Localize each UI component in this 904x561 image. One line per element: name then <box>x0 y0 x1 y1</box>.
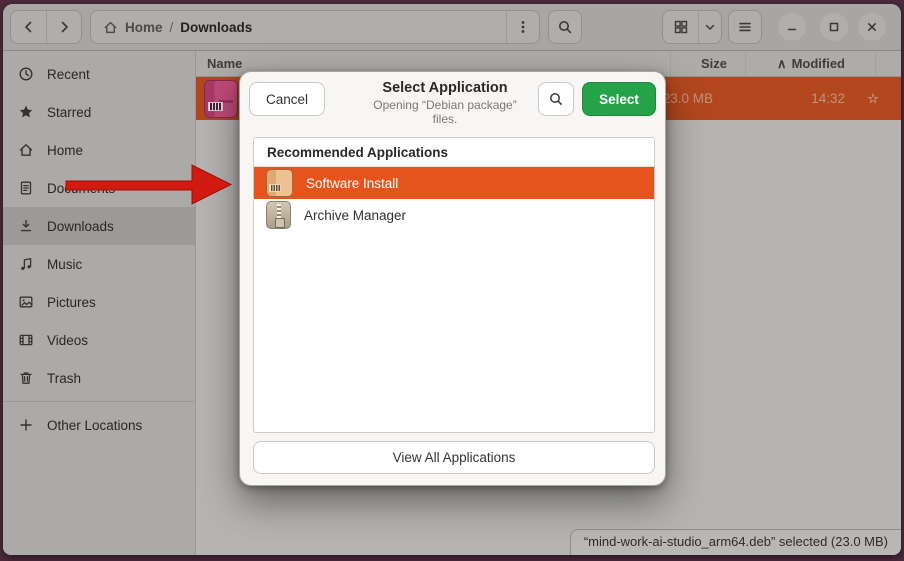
grid-view-button[interactable] <box>663 11 698 43</box>
back-button[interactable] <box>11 11 46 43</box>
videos-icon <box>18 332 34 348</box>
breadcrumb-separator: / <box>170 20 174 35</box>
main-menu-button[interactable] <box>728 10 762 44</box>
kebab-menu-icon <box>515 19 531 35</box>
chevron-down-icon <box>703 20 717 34</box>
location-menu-button[interactable] <box>506 11 539 43</box>
sidebar-item-label: Documents <box>47 181 115 196</box>
sidebar-item-label: Recent <box>47 67 90 82</box>
sidebar-item-label: Other Locations <box>47 418 142 433</box>
history-nav-group <box>10 10 82 44</box>
sidebar-item-pictures[interactable]: Pictures <box>3 283 195 321</box>
grid-view-icon <box>673 19 689 35</box>
view-options-button[interactable] <box>698 11 721 43</box>
sidebar-item-label: Videos <box>47 333 88 348</box>
search-button[interactable] <box>548 10 582 44</box>
sidebar-item-music[interactable]: Music <box>3 245 195 283</box>
breadcrumb-home-label: Home <box>125 20 163 35</box>
plus-icon <box>18 417 34 433</box>
music-icon <box>18 256 34 272</box>
sidebar-item-home[interactable]: Home <box>3 131 195 169</box>
sidebar-item-label: Trash <box>47 371 81 386</box>
minimize-icon <box>785 20 799 34</box>
recent-icon <box>18 66 34 82</box>
app-name: Software Install <box>306 176 398 191</box>
dialog-header: Cancel Select Application Opening “Debia… <box>240 72 665 128</box>
app-row-archive-manager[interactable]: Archive Manager <box>254 199 654 231</box>
sort-ascending-icon: ∧ <box>777 56 787 72</box>
dialog-subtitle: Opening “Debian package” files. <box>360 98 530 126</box>
cancel-button[interactable]: Cancel <box>249 82 325 116</box>
view-toggle-group <box>662 10 722 44</box>
trash-icon <box>18 370 34 386</box>
view-all-applications-button[interactable]: View All Applications <box>253 441 655 474</box>
pictures-icon <box>18 294 34 310</box>
forward-button[interactable] <box>46 11 81 43</box>
column-header-modified[interactable]: ∧ Modified <box>745 51 875 76</box>
minimize-button[interactable] <box>778 13 806 41</box>
forward-icon <box>56 19 72 35</box>
close-icon <box>865 20 879 34</box>
sidebar-item-documents[interactable]: Documents <box>3 169 195 207</box>
select-application-dialog: Cancel Select Application Opening “Debia… <box>239 71 666 486</box>
column-header-name[interactable]: Name <box>196 56 670 71</box>
sidebar-item-label: Pictures <box>47 295 96 310</box>
dialog-title: Select Application <box>360 80 530 96</box>
sidebar-item-downloads[interactable]: Downloads <box>3 207 195 245</box>
sidebar-item-label: Downloads <box>47 219 114 234</box>
column-header-star <box>875 51 901 76</box>
file-modified: 14:32 <box>715 77 845 120</box>
documents-icon <box>18 180 34 196</box>
archive-manager-icon <box>266 201 291 229</box>
sidebar-item-starred[interactable]: Starred <box>3 93 195 131</box>
close-button[interactable] <box>858 13 886 41</box>
breadcrumb-home[interactable]: Home <box>103 20 163 35</box>
sidebar-item-other-locations[interactable]: Other Locations <box>3 406 195 444</box>
app-row-software-install[interactable]: Software Install <box>254 167 654 199</box>
maximize-button[interactable] <box>820 13 848 41</box>
home-icon <box>103 20 118 35</box>
star-toggle[interactable]: ☆ <box>845 91 901 107</box>
recommended-section-header: Recommended Applications <box>254 138 654 167</box>
status-bar: “mind-work-ai-studio_arm64.deb” selected… <box>570 529 901 555</box>
sidebar-item-label: Starred <box>47 105 91 120</box>
sidebar: Recent Starred Home Documents Downloads … <box>3 51 196 555</box>
sidebar-separator <box>3 401 195 402</box>
breadcrumb: Home / Downloads <box>91 20 506 35</box>
sidebar-item-trash[interactable]: Trash <box>3 359 195 397</box>
downloads-icon <box>18 218 34 234</box>
path-bar: Home / Downloads <box>90 10 540 44</box>
sidebar-item-videos[interactable]: Videos <box>3 321 195 359</box>
sidebar-item-label: Home <box>47 143 83 158</box>
column-header-size[interactable]: Size <box>670 51 745 76</box>
dialog-search-button[interactable] <box>538 82 574 116</box>
back-icon <box>21 19 37 35</box>
app-name: Archive Manager <box>304 208 406 223</box>
home-icon <box>18 142 34 158</box>
hamburger-menu-icon <box>737 19 753 35</box>
maximize-icon <box>827 20 841 34</box>
sidebar-item-recent[interactable]: Recent <box>3 55 195 93</box>
breadcrumb-current[interactable]: Downloads <box>180 20 252 35</box>
star-icon <box>18 104 34 120</box>
search-icon <box>557 19 573 35</box>
deb-package-icon <box>204 80 238 118</box>
software-install-icon <box>266 169 293 197</box>
star-outline-icon: ☆ <box>867 91 879 107</box>
search-icon <box>548 91 564 107</box>
application-list: Recommended Applications Software Instal… <box>253 137 655 433</box>
sidebar-item-label: Music <box>47 257 82 272</box>
select-button[interactable]: Select <box>582 82 656 116</box>
header-bar: Home / Downloads <box>3 4 901 51</box>
